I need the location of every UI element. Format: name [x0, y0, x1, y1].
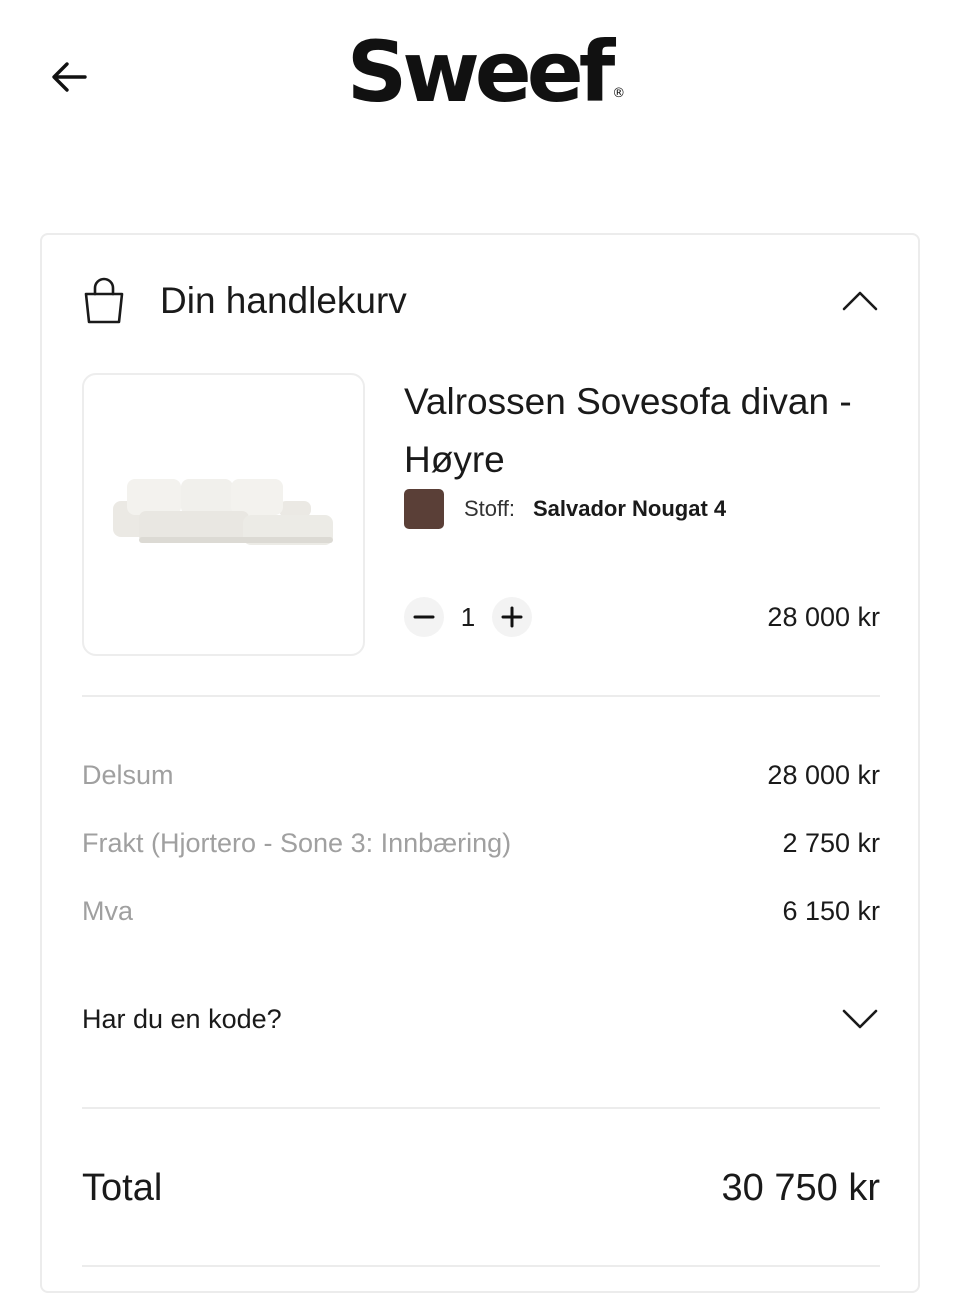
discount-code-toggle[interactable]: Har du en kode?: [82, 997, 880, 1041]
summary-row-shipping: Frakt (Hjortero - Sone 3: Innbæring) 2 7…: [82, 823, 880, 863]
collapse-cart-button[interactable]: [838, 281, 882, 321]
divider: [82, 695, 880, 697]
chevron-up-icon: [842, 291, 878, 311]
quantity-row: 1 28 000 kr: [404, 595, 880, 639]
fabric-value: Salvador Nougat 4: [532, 496, 727, 521]
plus-icon: [501, 606, 523, 628]
product-name[interactable]: Valrossen Sovesofa divan - Høyre: [404, 373, 884, 489]
summary-value: 28 000 kr: [767, 759, 880, 790]
divider: [82, 1107, 880, 1109]
discount-code-label: Har du en kode?: [82, 1003, 282, 1034]
fabric-label: Stoff:: [464, 496, 515, 521]
minus-icon: [413, 615, 435, 619]
top-bar: Sweef ®: [0, 0, 960, 150]
quantity-value: 1: [460, 601, 476, 632]
product-image[interactable]: [82, 373, 365, 656]
chevron-down-icon: [842, 1009, 878, 1029]
cart-title: Din handlekurv: [160, 280, 407, 321]
summary-label: Delsum: [82, 759, 174, 790]
sofa-image: [112, 478, 333, 545]
cart-card: Din handlekurv Valrossen Sovesofa divan …: [40, 233, 920, 1293]
decrease-quantity-button[interactable]: [404, 597, 444, 637]
arrow-left-icon: [52, 62, 87, 92]
back-button[interactable]: [44, 52, 94, 102]
item-price: 28 000 kr: [767, 601, 880, 632]
summary-row-vat: Mva 6 150 kr: [82, 891, 880, 931]
divider: [82, 1265, 880, 1267]
summary-label: Mva: [82, 895, 134, 926]
total-row: Total 30 750 kr: [82, 1161, 880, 1215]
total-label: Total: [82, 1166, 163, 1209]
logo-text: Sweef: [346, 23, 616, 121]
summary-value: 2 750 kr: [782, 827, 880, 858]
cart-header[interactable]: Din handlekurv: [82, 271, 882, 331]
total-value: 30 750 kr: [721, 1166, 880, 1209]
fabric-info: Stoff: Salvador Nougat 4: [404, 489, 726, 529]
increase-quantity-button[interactable]: [492, 597, 532, 637]
brand-logo[interactable]: Sweef ®: [347, 22, 626, 122]
summary-value: 6 150 kr: [782, 895, 880, 926]
shopping-bag-icon: [84, 277, 124, 324]
summary-row-subtotal: Delsum 28 000 kr: [82, 755, 880, 795]
registered-mark: ®: [612, 86, 626, 101]
summary-label: Frakt (Hjortero - Sone 3: Innbæring): [82, 827, 512, 858]
fabric-swatch: [404, 489, 444, 529]
